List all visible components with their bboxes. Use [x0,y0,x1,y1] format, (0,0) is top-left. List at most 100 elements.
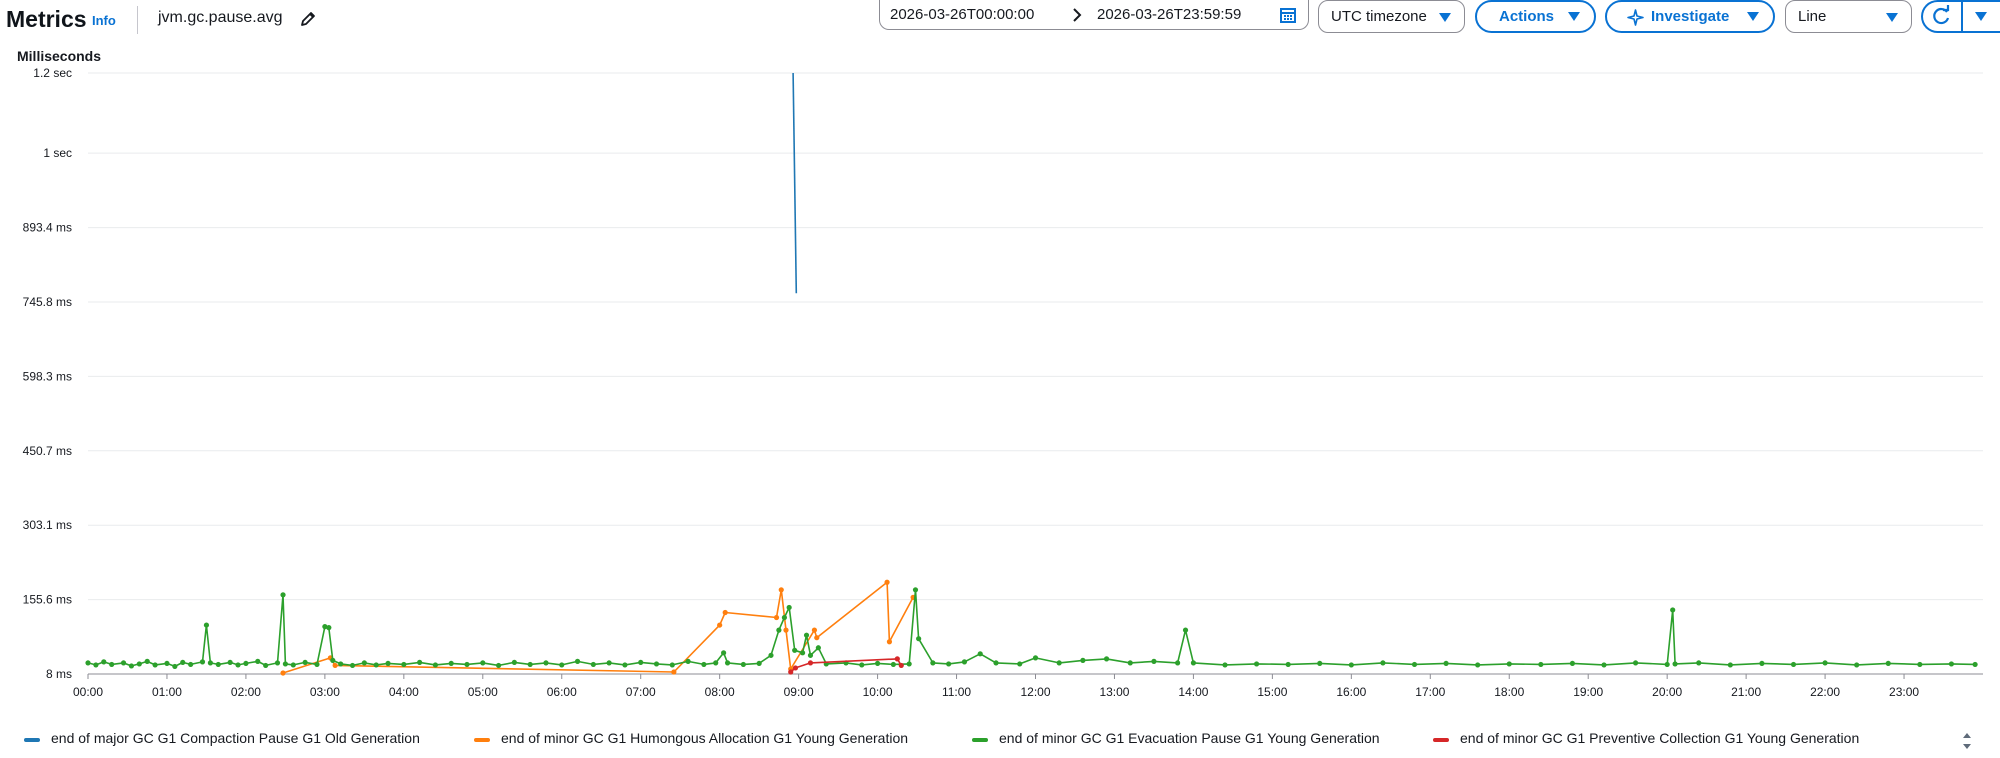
data-point [172,663,178,670]
data-point [886,639,893,645]
data-point [815,645,821,651]
data-point [401,661,407,668]
data-point [280,592,286,598]
data-point [1103,656,1110,662]
y-tick-label: 1.2 sec [33,66,72,80]
chart-legend: end of major GC G1 Compaction Pause G1 O… [0,728,2000,752]
actions-button[interactable]: Actions [1475,0,1596,33]
data-point [1032,655,1039,661]
data-point [606,660,612,666]
data-point [1222,662,1228,668]
data-point [511,659,517,666]
data-point [263,662,269,669]
data-point [912,587,919,593]
data-point [916,636,922,642]
data-point [930,660,936,666]
legend-swatch [1433,738,1449,742]
y-tick-label: 598.3 ms [23,369,72,383]
legend-label: end of major GC G1 Compaction Pause G1 O… [51,730,420,746]
data-point [1917,661,1923,668]
data-point [144,658,150,664]
data-point [243,660,249,667]
y-tick-label: 155.6 ms [23,593,72,607]
data-point [574,658,581,664]
refresh-icon[interactable] [1923,2,1961,31]
page-title: Metrics [6,6,87,32]
data-point [898,662,904,669]
data-point [101,659,107,665]
legend-label: end of minor GC G1 Humongous Allocation … [501,730,909,746]
x-tick-label: 18:00 [1494,685,1524,699]
data-point [1443,660,1449,667]
data-point [495,662,502,669]
data-point [1182,627,1189,633]
timezone-select[interactable]: UTC timezone [1318,0,1465,33]
data-point [1017,661,1023,667]
data-point [1175,660,1181,666]
data-point [164,660,170,667]
data-point [890,661,896,668]
data-point [1411,661,1418,668]
x-tick-label: 00:00 [73,685,103,699]
data-point [1538,661,1544,668]
x-tick-label: 11:00 [942,685,971,699]
data-point [799,650,806,656]
data-point [338,661,344,667]
data-point [961,659,968,665]
data-point [807,660,814,666]
investigate-button[interactable]: Investigate [1605,0,1775,33]
data-point [807,652,814,658]
data-point [432,662,439,668]
info-link[interactable]: Info [92,13,116,28]
data-point [788,669,794,675]
data-point [1253,661,1260,667]
data-point [713,660,719,666]
data-point [638,659,644,666]
data-point [1380,660,1386,666]
data-point [280,670,286,676]
data-point [464,661,470,668]
data-point [302,659,308,666]
refresh-options-button[interactable] [1963,2,2000,31]
chevron-right-icon [1073,8,1082,22]
x-tick-label: 01:00 [152,685,182,699]
data-point [1822,660,1828,666]
date-start[interactable]: 2026-03-26T00:00:00 [890,6,1034,23]
data-point [778,587,784,593]
data-point [480,660,486,666]
date-end[interactable]: 2026-03-26T23:59:59 [1097,6,1241,23]
y-tick-label: 893.4 ms [23,221,72,235]
data-point [993,660,999,666]
view-type-select[interactable]: Line [1785,0,1912,33]
data-point [721,650,727,656]
data-point [1972,661,1978,668]
data-point [1475,662,1481,668]
data-point [783,627,789,633]
data-point [1127,660,1133,666]
data-point [326,625,332,631]
refresh-button-group [1921,0,2000,33]
data-point [773,614,780,621]
x-tick-label: 16:00 [1336,685,1366,699]
data-point [1632,660,1639,666]
pencil-icon[interactable] [298,9,318,29]
data-point [1080,657,1086,663]
metric-name: jvm.gc.pause.avg [158,9,283,26]
legend-label: end of minor GC G1 Evacuation Pause G1 Y… [999,730,1380,746]
data-point [792,647,798,653]
date-range-picker[interactable]: 2026-03-26T00:00:00 2026-03-26T23:59:59 [879,0,1309,30]
data-point [768,652,774,658]
data-point [884,579,890,585]
data-point [724,660,731,666]
data-point [1151,658,1157,664]
caret-down-icon [1439,13,1451,22]
calendar-icon[interactable] [1279,6,1297,24]
data-point [717,622,723,628]
data-point [685,658,691,664]
data-point [373,662,379,668]
legend-scroll-icon[interactable] [1960,728,1974,754]
data-point [332,662,338,669]
y-tick-label: 745.8 ms [23,295,72,309]
caret-down-icon [1975,12,1987,21]
x-tick-label: 14:00 [1178,685,1208,699]
